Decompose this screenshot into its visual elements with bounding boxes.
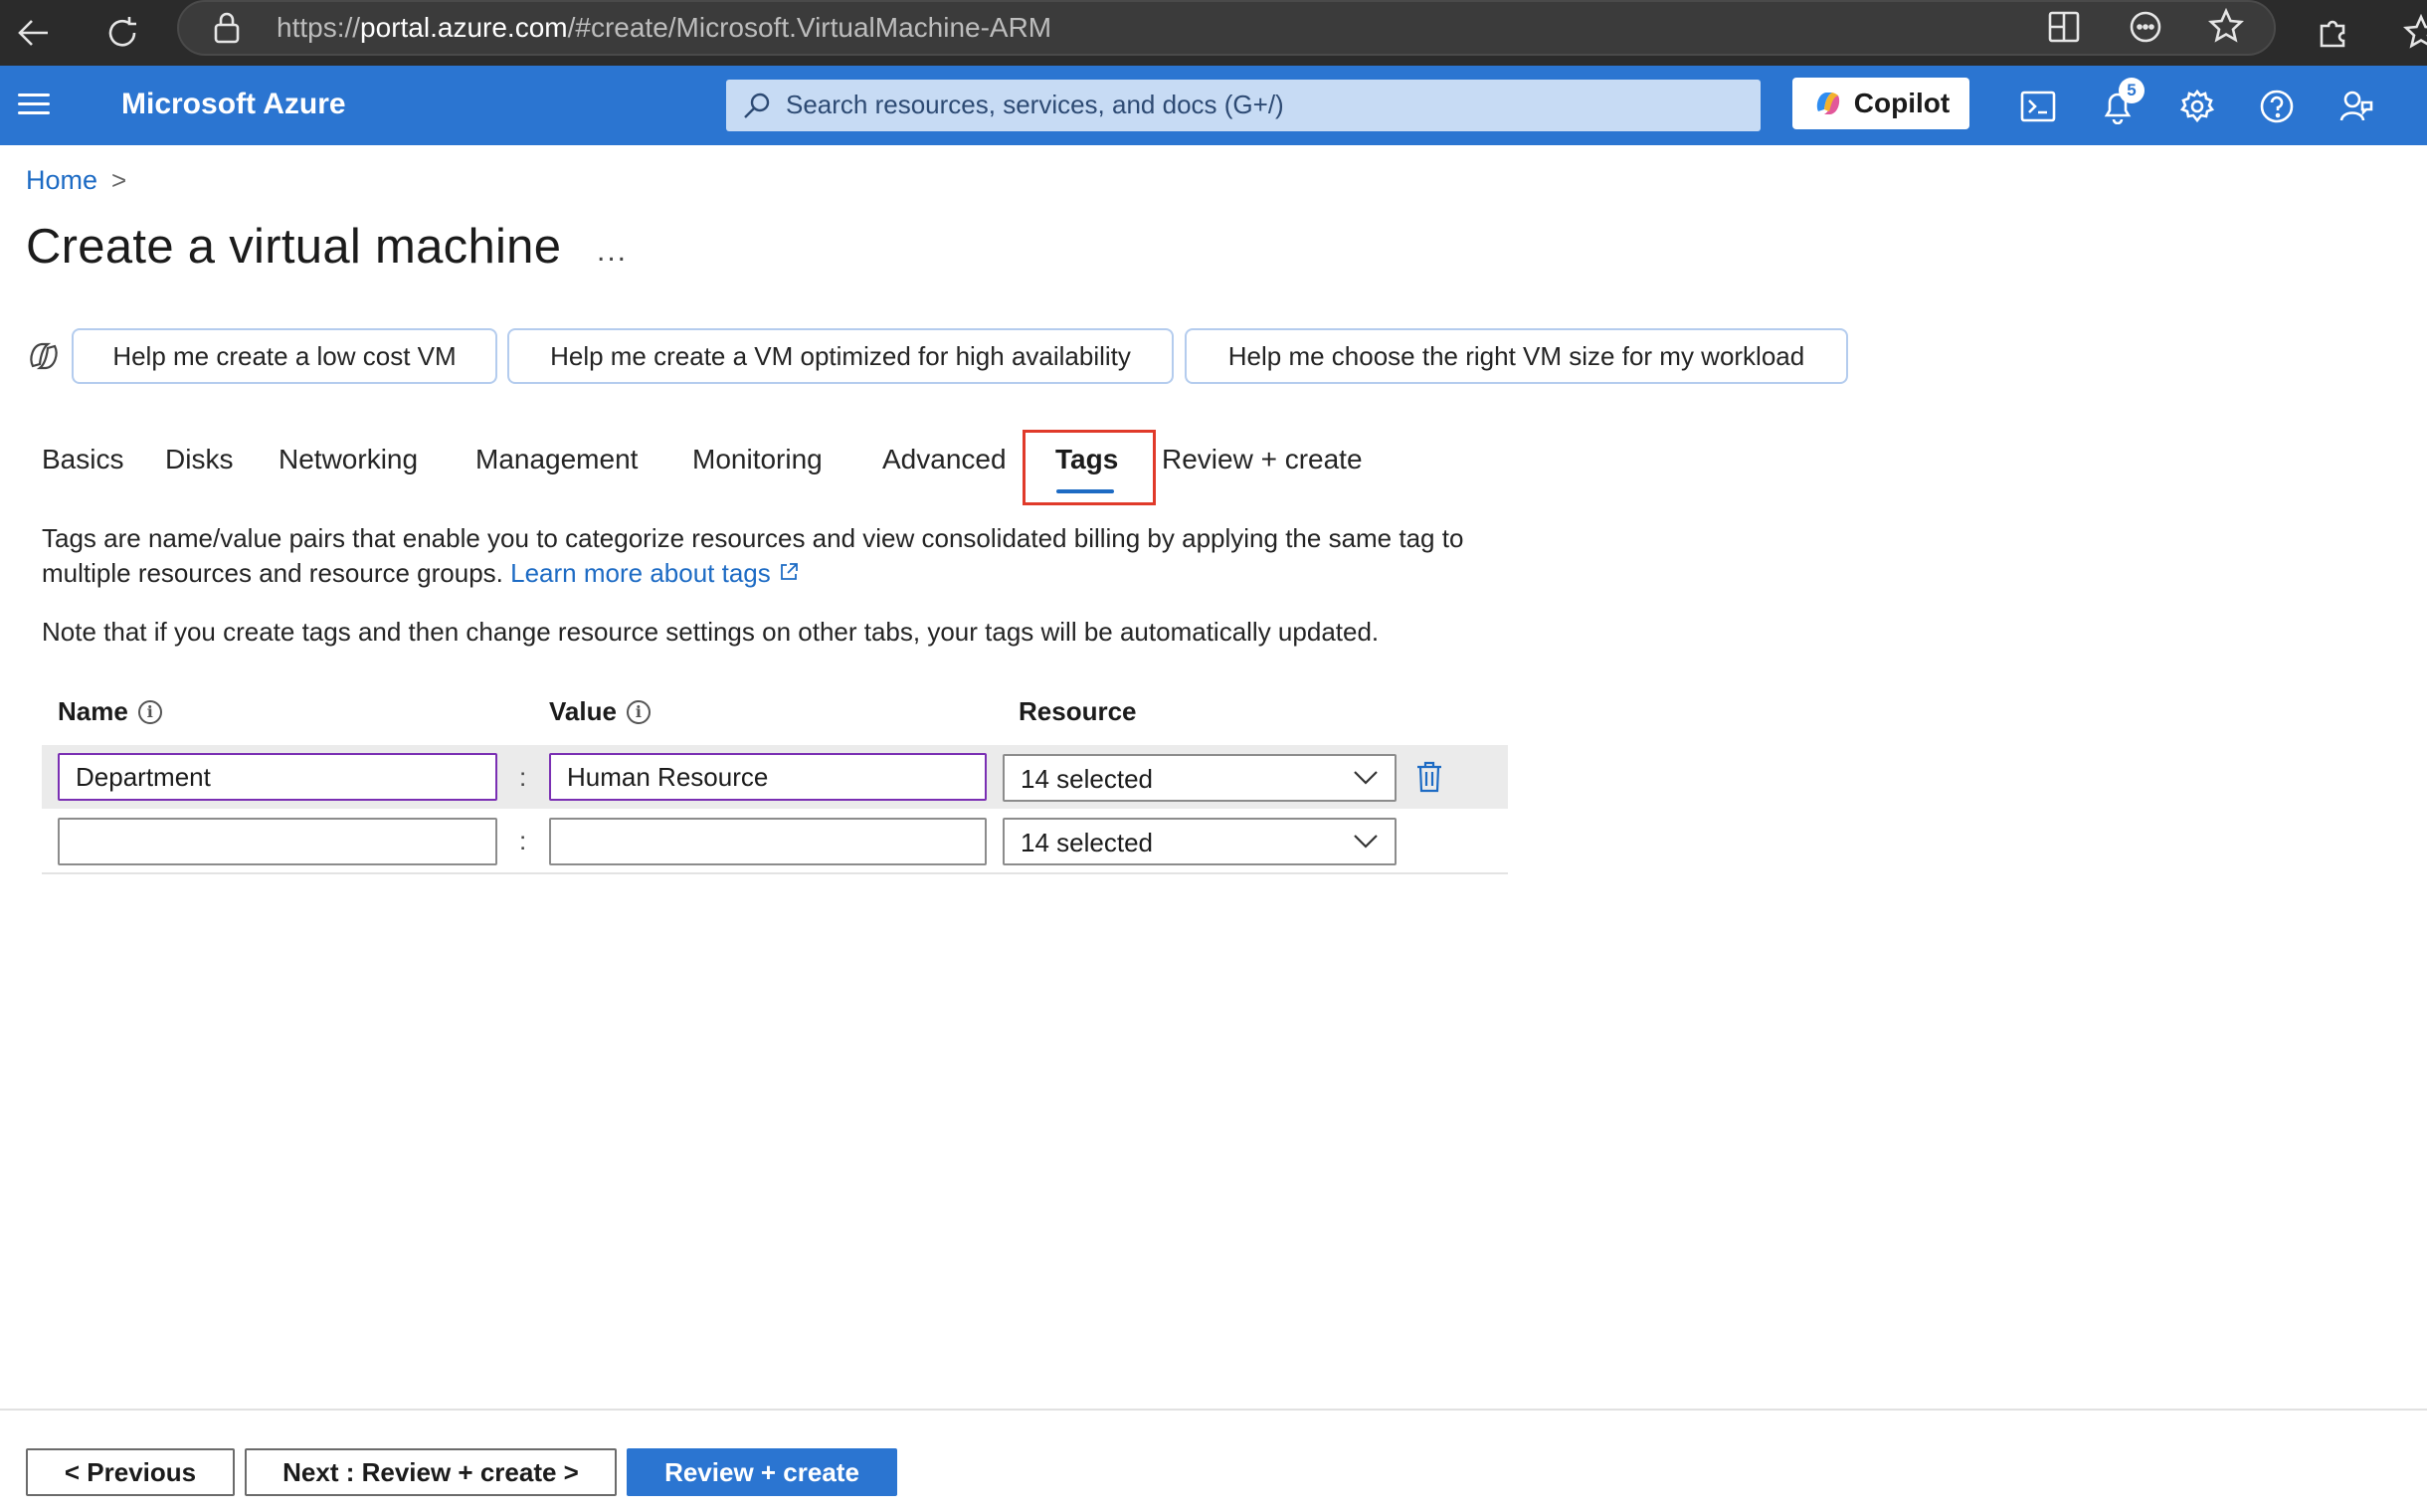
lock-icon bbox=[213, 12, 241, 49]
copilot-icon bbox=[1816, 93, 1839, 114]
favorites-star-icon[interactable] bbox=[2397, 8, 2427, 56]
tab-monitoring[interactable]: Monitoring bbox=[692, 444, 823, 475]
tab-review-create[interactable]: Review + create bbox=[1162, 444, 1363, 475]
favorite-star-icon[interactable] bbox=[2208, 7, 2244, 49]
suggestion-high-availability-vm[interactable]: Help me create a VM optimized for high a… bbox=[507, 328, 1174, 384]
search-input[interactable]: Search resources, services, and docs (G+… bbox=[726, 80, 1761, 131]
tag-value-input-empty[interactable] bbox=[549, 818, 987, 865]
next-review-create-button[interactable]: Next : Review + create > bbox=[245, 1448, 617, 1496]
help-question-icon[interactable] bbox=[2254, 84, 2300, 129]
suggestion-vm-size[interactable]: Help me choose the right VM size for my … bbox=[1185, 328, 1848, 384]
tab-management[interactable]: Management bbox=[475, 444, 638, 475]
colon-separator: : bbox=[519, 762, 527, 792]
feedback-person-icon[interactable] bbox=[2334, 84, 2379, 129]
search-icon bbox=[744, 93, 770, 118]
copilot-label: Copilot bbox=[1853, 88, 1951, 118]
delete-trash-icon[interactable] bbox=[1414, 760, 1444, 794]
value-column-header: Value i bbox=[549, 696, 651, 727]
tab-networking[interactable]: Networking bbox=[279, 444, 418, 475]
notifications-bell-icon[interactable]: 5 bbox=[2095, 78, 2145, 129]
breadcrumb: Home > bbox=[26, 165, 126, 196]
refresh-icon[interactable] bbox=[99, 10, 145, 56]
chevron-down-icon bbox=[1354, 771, 1378, 785]
back-arrow-icon[interactable] bbox=[10, 10, 56, 56]
browser-toolbar: https://portal.azure.com/#create/Microso… bbox=[0, 0, 2427, 66]
breadcrumb-chevron-icon: > bbox=[111, 165, 127, 195]
tags-note: Note that if you create tags and then ch… bbox=[42, 617, 1380, 647]
tag-name-input[interactable] bbox=[58, 753, 497, 801]
tag-value-input[interactable] bbox=[549, 753, 987, 801]
previous-button[interactable]: < Previous bbox=[26, 1448, 235, 1496]
azure-top-bar: Microsoft Azure Search resources, servic… bbox=[0, 66, 2427, 145]
menu-icon[interactable] bbox=[16, 88, 52, 123]
resource-select[interactable]: 14 selected bbox=[1003, 818, 1397, 865]
info-icon[interactable]: i bbox=[626, 699, 651, 724]
tag-name-input-empty[interactable] bbox=[58, 818, 497, 865]
learn-more-link[interactable]: Learn more about tags bbox=[510, 558, 800, 588]
brand-title[interactable]: Microsoft Azure bbox=[121, 88, 346, 121]
resource-column-header: Resource bbox=[1019, 696, 1137, 726]
settings-gear-icon[interactable] bbox=[2174, 84, 2220, 129]
cloud-shell-icon[interactable] bbox=[2015, 84, 2061, 129]
page-title: Create a virtual machine bbox=[26, 220, 562, 274]
tab-basics[interactable]: Basics bbox=[42, 444, 123, 475]
ellipsis-circle-icon[interactable] bbox=[2129, 10, 2162, 49]
tab-advanced[interactable]: Advanced bbox=[882, 444, 1007, 475]
external-link-icon bbox=[781, 563, 798, 580]
resource-select[interactable]: 14 selected bbox=[1003, 754, 1397, 802]
address-bar[interactable]: https://portal.azure.com/#create/Microso… bbox=[177, 0, 2276, 56]
chevron-down-icon bbox=[1354, 835, 1378, 849]
tab-disks[interactable]: Disks bbox=[165, 444, 233, 475]
extensions-icon[interactable] bbox=[2310, 8, 2357, 56]
breadcrumb-home-link[interactable]: Home bbox=[26, 165, 97, 196]
copilot-button[interactable]: Copilot bbox=[1792, 78, 1969, 129]
tags-description: Tags are name/value pairs that enable yo… bbox=[42, 521, 1474, 591]
footer-divider bbox=[0, 1409, 2427, 1411]
suggestion-low-cost-vm[interactable]: Help me create a low cost VM bbox=[72, 328, 497, 384]
url-text: https://portal.azure.com/#create/Microso… bbox=[277, 12, 1052, 43]
more-options-button[interactable]: ... bbox=[597, 235, 628, 269]
notification-count-badge: 5 bbox=[2119, 78, 2145, 103]
tags-tab-highlight-box bbox=[1023, 430, 1156, 505]
search-placeholder: Search resources, services, and docs (G+… bbox=[786, 90, 1284, 119]
name-column-header: Name i bbox=[58, 696, 162, 727]
review-create-button[interactable]: Review + create bbox=[627, 1448, 897, 1496]
copilot-suggestions-icon bbox=[26, 338, 62, 374]
table-divider bbox=[42, 872, 1508, 874]
split-screen-icon[interactable] bbox=[2047, 10, 2081, 49]
info-icon[interactable]: i bbox=[137, 699, 162, 724]
colon-separator: : bbox=[519, 826, 527, 855]
